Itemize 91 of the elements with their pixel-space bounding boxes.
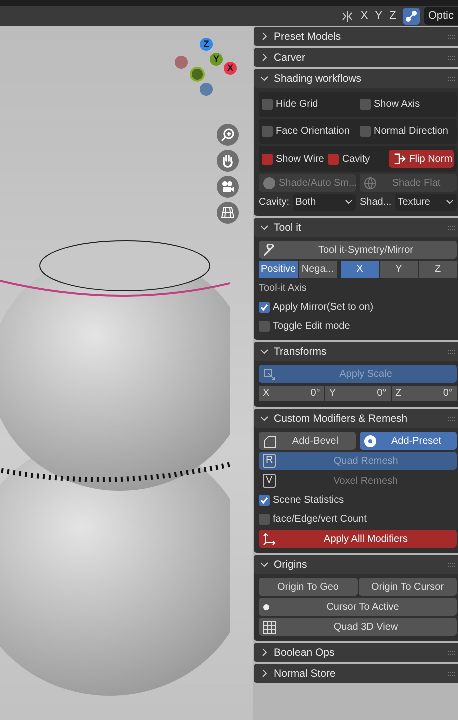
dropdown[interactable]: Both — [292, 194, 356, 211]
panel-header[interactable]: Tool it — [254, 218, 458, 237]
scale-icon — [263, 368, 276, 380]
action-button[interactable]: Tool it-Symetry/Mirror — [259, 241, 457, 259]
action-button[interactable]: Quad 3D View — [259, 618, 457, 636]
globe-icon — [364, 176, 377, 190]
checkbox[interactable] — [360, 99, 371, 110]
axis-label: Tool-it Axis — [259, 283, 307, 294]
bevel-icon — [263, 434, 276, 448]
panel-header[interactable]: Shading workflows — [254, 69, 458, 88]
checkbox[interactable] — [262, 126, 273, 137]
action-button[interactable]: Add-Preset — [360, 432, 457, 450]
checkbox-label: Scene Statistics — [273, 495, 344, 506]
number-field[interactable]: X 0° — [259, 386, 324, 401]
snap-icon[interactable] — [403, 8, 420, 24]
panel-header[interactable]: Transforms — [254, 342, 458, 361]
panel-header[interactable]: Preset Models — [254, 27, 458, 46]
number-field[interactable]: Z 0° — [392, 386, 457, 401]
zoom-icon[interactable] — [217, 124, 239, 146]
number-field[interactable]: Y 0° — [325, 386, 391, 401]
panel-title: Custom Modifiers & Remesh — [274, 412, 409, 424]
options-button[interactable]: Optic — [424, 7, 458, 25]
segment-option[interactable]: X — [341, 261, 379, 278]
grip-icon[interactable] — [447, 650, 457, 656]
chevron-down-icon — [446, 200, 454, 205]
dot-icon — [263, 604, 270, 610]
wrench-icon — [263, 244, 276, 256]
grip-icon[interactable] — [447, 34, 457, 40]
panel-title: Shading workflows — [274, 72, 363, 84]
segment-option[interactable]: Y — [380, 261, 418, 278]
checkbox-label: Face Orientation — [276, 126, 350, 137]
checkbox-label: Show Axis — [374, 99, 420, 110]
segment-option[interactable]: Nega... — [299, 261, 337, 278]
panel-title: Boolean Ops — [274, 646, 336, 658]
key-icon: R — [263, 454, 276, 468]
circle-icon — [263, 176, 276, 190]
panel-title: Tool it — [274, 222, 302, 234]
panel-title: Transforms — [274, 346, 328, 358]
panel-title: Carver — [274, 52, 307, 64]
panel-header[interactable]: Boolean Ops — [254, 643, 458, 662]
grip-icon[interactable] — [447, 562, 457, 568]
hand-icon[interactable] — [217, 150, 239, 172]
panel-header[interactable]: Origins — [254, 555, 458, 574]
checkbox[interactable] — [259, 514, 270, 525]
key-icon: V — [263, 474, 276, 488]
axes-icon — [263, 532, 276, 546]
checkbox-label: Show Wire — [276, 154, 324, 164]
axis-gizmo[interactable]: Z Y X — [170, 36, 246, 110]
segment-option[interactable]: Z — [419, 261, 457, 278]
flip-icon — [393, 153, 406, 165]
checkbox[interactable] — [259, 495, 270, 506]
checkbox[interactable] — [360, 126, 371, 137]
checkbox-label: Normal Direction — [374, 126, 448, 137]
action-button[interactable]: Origin To Geo — [259, 578, 358, 596]
grip-icon[interactable] — [447, 416, 457, 422]
panel-header[interactable]: Custom Modifiers & Remesh — [254, 409, 458, 428]
grip-icon[interactable] — [447, 670, 457, 676]
checkbox-label: Hide Grid — [276, 99, 318, 110]
grip-icon[interactable] — [447, 54, 457, 60]
chevron-down-icon — [345, 200, 353, 205]
checkbox-label: Apply Mirror(Set to on) — [273, 302, 374, 313]
action-button[interactable]: Flip Norm — [389, 150, 454, 168]
grid-icon — [263, 620, 276, 634]
panel-header[interactable]: Carver — [254, 48, 458, 67]
dropdown-label: Cavity: — [259, 197, 290, 208]
grid-icon[interactable] — [217, 202, 239, 224]
checkbox[interactable] — [259, 321, 270, 332]
action-button[interactable]: Add-Bevel — [259, 432, 356, 450]
checkbox[interactable] — [262, 154, 273, 164]
panel-header[interactable]: Normal Store — [254, 664, 458, 683]
dropdown-label: Shad... — [360, 197, 392, 208]
action-button[interactable]: Origin To Cursor — [358, 578, 457, 596]
checkbox[interactable] — [328, 154, 340, 164]
panel-title: Normal Store — [274, 668, 337, 680]
disc-icon — [364, 434, 377, 448]
checkbox-label: Toggle Edit mode — [273, 321, 350, 332]
checkbox[interactable] — [262, 99, 273, 110]
grip-icon[interactable] — [447, 348, 457, 354]
grip-icon[interactable] — [447, 76, 457, 82]
camera-icon[interactable] — [217, 176, 239, 198]
checkbox-label: Cavity — [342, 154, 370, 164]
dropdown[interactable]: Texture — [394, 194, 457, 211]
panel-title: Preset Models — [274, 30, 342, 42]
mirror-icon[interactable] — [340, 10, 354, 22]
checkbox[interactable] — [259, 302, 270, 313]
grip-icon[interactable] — [447, 224, 457, 230]
action-button[interactable]: Apply Alll Modifiers — [259, 530, 457, 548]
panel-title: Origins — [274, 558, 308, 570]
segment-option[interactable]: Positive — [259, 261, 298, 278]
checkbox-label: face/Edge/vert Count — [273, 514, 367, 525]
action-button[interactable]: Cursor To Active — [259, 598, 457, 616]
